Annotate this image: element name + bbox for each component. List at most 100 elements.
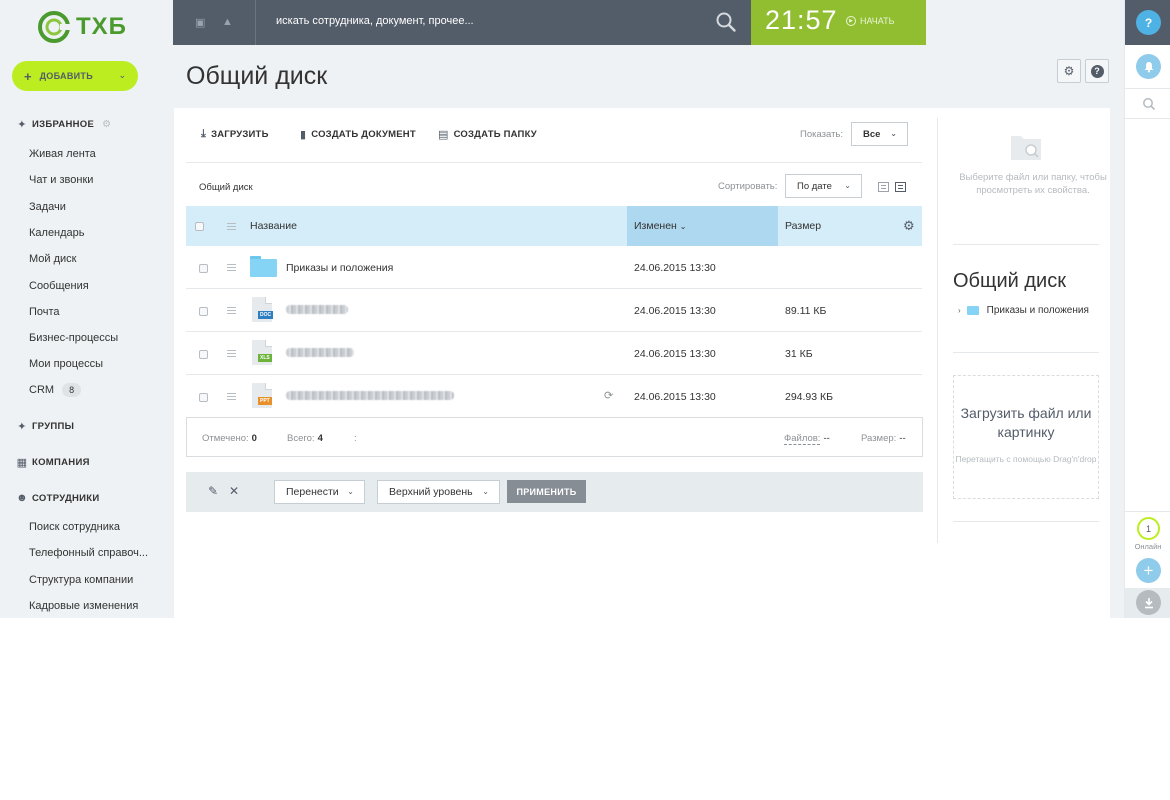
detail-view-icon[interactable] xyxy=(895,182,906,192)
close-icon[interactable]: ✕ xyxy=(229,484,239,498)
row-menu-icon[interactable] xyxy=(227,307,236,314)
column-modified[interactable]: Изменен ⌄ xyxy=(634,220,686,232)
sidebar-item-my-processes[interactable]: Мои процессы xyxy=(29,358,103,370)
sidebar-item-messages[interactable]: Сообщения xyxy=(29,280,89,292)
target-level-value: Верхний уровень xyxy=(389,486,473,498)
table-row[interactable]: DOC 24.06.2015 13:30 89.11 КБ xyxy=(186,289,922,332)
download-button[interactable] xyxy=(1136,590,1161,615)
create-folder-label: СОЗДАТЬ ПАПКУ xyxy=(453,129,537,140)
column-size[interactable]: Размер xyxy=(785,220,821,232)
groups-title: ГРУППЫ xyxy=(32,421,75,432)
table-row[interactable]: XLS 24.06.2015 13:30 31 КБ xyxy=(186,332,922,375)
help-button[interactable]: ? xyxy=(1136,10,1161,35)
folder-open-icon: ▤ xyxy=(438,129,449,141)
breadcrumb[interactable]: Общий диск xyxy=(199,182,253,193)
row-menu-icon[interactable] xyxy=(227,393,236,400)
row-modified: 24.06.2015 13:30 xyxy=(634,262,716,274)
pin-icon: ✦ xyxy=(17,119,27,131)
groups-header[interactable]: ✦ ГРУППЫ xyxy=(16,420,74,433)
row-checkbox[interactable] xyxy=(199,350,208,359)
sidebar-item-crm-label: CRM xyxy=(29,384,55,396)
sidebar-item-business-processes[interactable]: Бизнес-процессы xyxy=(29,332,118,344)
page-help-button[interactable]: ? xyxy=(1085,59,1109,83)
online-count[interactable]: 1 xyxy=(1137,517,1160,540)
company-title: КОМПАНИЯ xyxy=(32,457,90,468)
row-name-redacted[interactable] xyxy=(286,348,354,360)
sidebar-item-mail[interactable]: Почта xyxy=(29,306,60,318)
upload-dropzone[interactable]: Загрузить файл или картинку Перетащить с… xyxy=(953,375,1099,499)
add-button[interactable]: + ДОБАВИТЬ ⌄ xyxy=(12,61,138,91)
create-document-button[interactable]: ▮ СОЗДАТЬ ДОКУМЕНТ xyxy=(300,128,416,141)
page-settings-button[interactable]: ⚙ xyxy=(1057,59,1081,83)
row-checkbox[interactable] xyxy=(199,393,208,402)
sidebar-item-hr-changes[interactable]: Кадровые изменения xyxy=(29,600,138,612)
bell-icon xyxy=(1144,61,1153,72)
sidebar-item-crm[interactable]: CRM 8 xyxy=(29,383,82,397)
row-name-redacted[interactable] xyxy=(286,391,454,403)
sidebar-item-company-structure[interactable]: Структура компании xyxy=(29,574,133,586)
start-workday-button[interactable]: ▶ НАЧАТЬ xyxy=(846,16,895,26)
table-footer: Отмечено: 0 Всего: 4 : Файлов: -- Размер: -- xyxy=(186,417,923,457)
row-menu-icon[interactable] xyxy=(227,350,236,357)
sidebar-item-my-drive[interactable]: Мой диск xyxy=(29,253,76,265)
search-input[interactable]: искать сотрудника, документ, прочее... xyxy=(276,15,474,27)
search-icon xyxy=(1142,97,1155,110)
show-filter-select[interactable]: Все ⌄ xyxy=(851,122,908,146)
row-checkbox[interactable] xyxy=(199,307,208,316)
start-label: НАЧАТЬ xyxy=(860,16,895,26)
column-settings-gear-icon[interactable]: ⚙ xyxy=(903,218,915,234)
sidebar-item-live-feed[interactable]: Живая лента xyxy=(29,148,96,160)
time-tracker-panel[interactable]: 21:57 ▶ НАЧАТЬ xyxy=(751,0,926,45)
row-name-redacted[interactable] xyxy=(286,305,348,317)
row-modified: 24.06.2015 13:30 xyxy=(634,305,716,317)
target-level-select[interactable]: Верхний уровень ⌄ xyxy=(377,480,500,504)
left-sidebar: ТХБ + ДОБАВИТЬ ⌄ ✦ ИЗБРАННОЕ ⚙ Живая лен… xyxy=(0,0,173,618)
files-label: Файлов: xyxy=(784,433,821,445)
group-action-bar: ✎ ✕ Перенести ⌄ Верхний уровень ⌄ ПРИМЕН… xyxy=(186,472,923,512)
files-count[interactable]: Файлов: -- xyxy=(784,433,830,445)
search-icon[interactable] xyxy=(715,11,737,33)
sort-select[interactable]: По дате ⌄ xyxy=(785,174,862,198)
bell-icon[interactable]: ▲ xyxy=(222,16,233,28)
gear-icon[interactable]: ⚙ xyxy=(102,119,111,130)
apply-button[interactable]: ПРИМЕНИТЬ xyxy=(507,480,586,503)
strip-search-button[interactable] xyxy=(1136,91,1161,116)
edit-icon[interactable]: ✎ xyxy=(208,484,218,498)
company-header[interactable]: ▦ КОМПАНИЯ xyxy=(16,456,90,469)
folder-tree-item[interactable]: › Приказы и положения xyxy=(958,305,1089,316)
top-bar: ▣ ▲ искать сотрудника, документ, прочее.… xyxy=(173,0,751,45)
row-menu-icon[interactable] xyxy=(227,264,236,271)
document-icon: ▮ xyxy=(300,129,307,141)
chevron-right-icon[interactable]: › xyxy=(958,306,961,315)
divider xyxy=(1125,511,1170,512)
move-select[interactable]: Перенести ⌄ xyxy=(274,480,365,504)
notifications-button[interactable] xyxy=(1136,54,1161,79)
row-name[interactable]: Приказы и положения xyxy=(286,262,393,274)
sidebar-item-phone-book[interactable]: Телефонный справоч... xyxy=(29,547,148,559)
table-header: Название Изменен ⌄ Размер ⚙ xyxy=(186,206,922,246)
sync-icon[interactable]: ⟳ xyxy=(604,389,613,402)
column-name[interactable]: Название xyxy=(250,220,297,232)
sidebar-item-calendar[interactable]: Календарь xyxy=(29,227,85,239)
select-all-checkbox[interactable] xyxy=(195,222,204,231)
selected-count: Отмечено: 0 xyxy=(202,433,257,444)
xls-file-icon: XLS xyxy=(252,340,272,365)
row-modified: 24.06.2015 13:30 xyxy=(634,391,716,403)
create-folder-button[interactable]: ▤ СОЗДАТЬ ПАПКУ xyxy=(438,128,537,141)
sidebar-item-find-employee[interactable]: Поиск сотрудника xyxy=(29,521,120,533)
employees-header[interactable]: ☻ СОТРУДНИКИ xyxy=(16,492,100,504)
list-view-icon[interactable] xyxy=(878,182,889,192)
chat-icon[interactable]: ▣ xyxy=(195,16,205,29)
sidebar-item-chat[interactable]: Чат и звонки xyxy=(29,174,93,186)
size-value: -- xyxy=(899,433,906,444)
upload-button[interactable]: ⤓ ЗАГРУЗИТЬ xyxy=(201,128,269,141)
add-chat-button[interactable]: + xyxy=(1136,558,1161,583)
right-toolbar: ? 1 Онлайн + xyxy=(1124,0,1170,618)
sidebar-item-tasks[interactable]: Задачи xyxy=(29,201,66,213)
row-checkbox[interactable] xyxy=(199,264,208,273)
logo[interactable]: ТХБ xyxy=(38,10,138,44)
table-row[interactable]: Приказы и положения 24.06.2015 13:30 xyxy=(186,246,922,289)
favorites-header[interactable]: ✦ ИЗБРАННОЕ ⚙ xyxy=(16,118,111,131)
menu-icon[interactable] xyxy=(227,223,236,230)
table-row[interactable]: PPT ⟳ 24.06.2015 13:30 294.93 КБ xyxy=(186,375,922,418)
